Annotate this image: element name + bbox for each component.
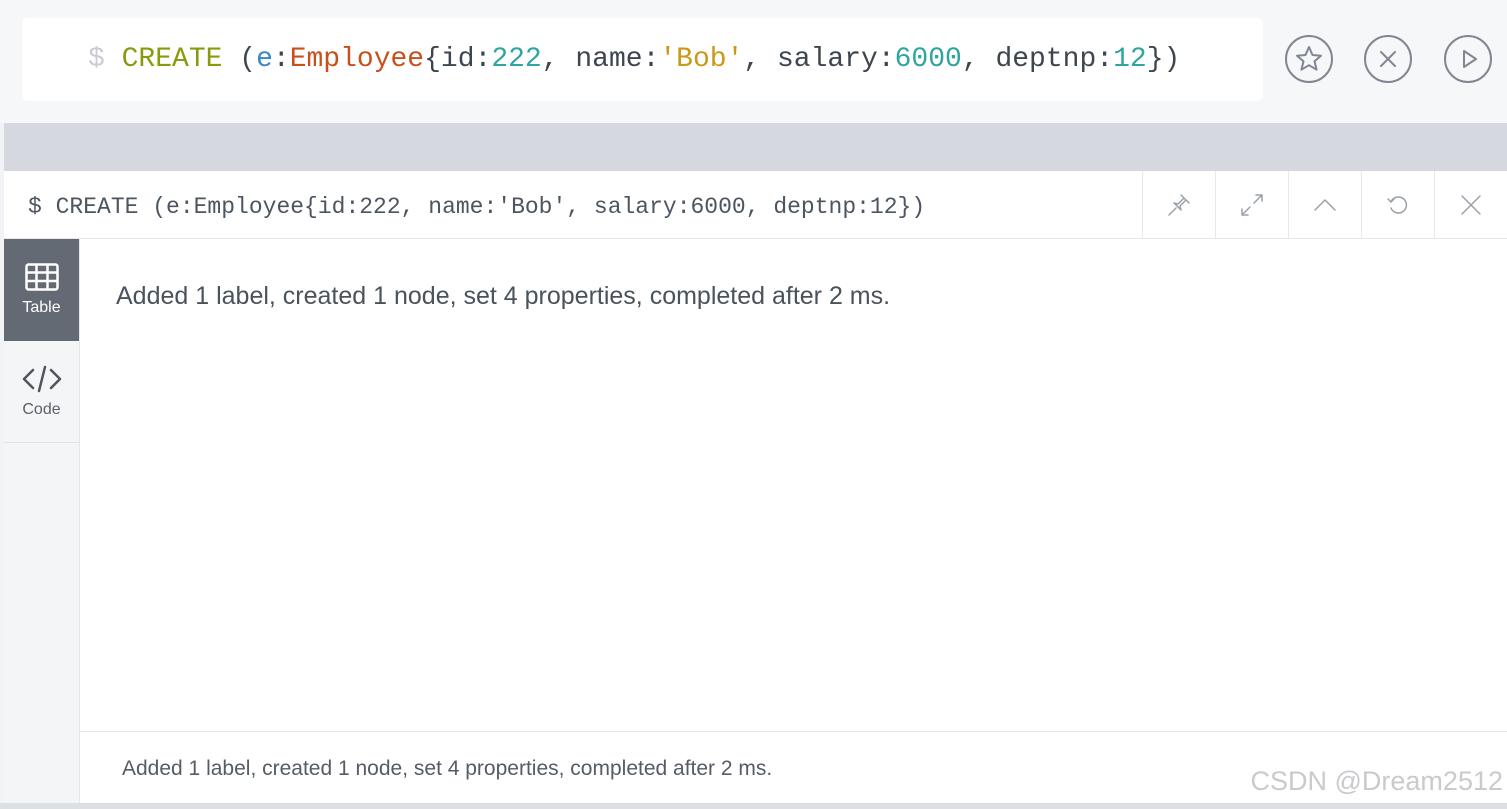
collapse-button[interactable] — [1288, 171, 1361, 239]
frame-header: $ CREATE (e:Employee{id:222, name:'Bob',… — [4, 171, 1507, 239]
query-editor-code[interactable]: $ CREATE (e:Employee{id:222, name:'Bob',… — [88, 44, 1180, 76]
editor-token: ( — [222, 44, 257, 75]
close-frame-button[interactable] — [1434, 171, 1507, 239]
bottom-edge — [0, 803, 1507, 809]
tab-code-label: Code — [22, 400, 61, 418]
close-icon — [1380, 51, 1396, 67]
table-icon — [24, 263, 59, 291]
expand-icon — [1241, 194, 1263, 216]
editor-token: 222 — [491, 44, 542, 75]
editor-token: {id: — [424, 44, 492, 75]
rerun-button[interactable] — [1361, 171, 1434, 239]
clear-editor-button[interactable] — [1364, 35, 1412, 83]
editor-token: : — [272, 44, 290, 75]
play-icon — [1463, 50, 1477, 68]
status-summary: Added 1 label, created 1 node, set 4 pro… — [122, 757, 773, 780]
fullscreen-button[interactable] — [1215, 171, 1288, 239]
tab-table-label: Table — [22, 299, 61, 316]
frame-title[interactable]: $ CREATE (e:Employee{id:222, name:'Bob',… — [28, 193, 925, 221]
tab-code[interactable]: Code — [4, 341, 79, 443]
editor-token: 12 — [1113, 44, 1147, 75]
query-editor-bar: $ CREATE (e:Employee{id:222, name:'Bob',… — [0, 0, 1507, 123]
editor-token: Employee — [289, 44, 425, 75]
watermark: CSDN @Dream2512 — [1250, 766, 1504, 796]
editor-token: CREATE — [121, 44, 223, 75]
stream-separator — [4, 123, 1507, 171]
pin-icon — [1168, 194, 1190, 216]
frame-actions — [1142, 171, 1507, 239]
result-summary: Added 1 label, created 1 node, set 4 pro… — [116, 282, 891, 310]
editor-token: e — [256, 44, 273, 75]
editor-prompt: $ — [88, 44, 105, 75]
close-icon — [1461, 195, 1481, 215]
view-tabs: Table Code — [4, 239, 80, 803]
editor-token: , deptnp: — [961, 44, 1114, 75]
chevron-up-icon — [1314, 199, 1336, 211]
code-icon — [22, 365, 61, 392]
favorite-button[interactable] — [1285, 35, 1333, 83]
editor-token: }) — [1146, 44, 1181, 75]
tab-table[interactable]: Table — [4, 239, 79, 341]
star-icon — [1296, 46, 1322, 71]
pin-frame-button[interactable] — [1142, 171, 1215, 239]
result-frame: $ CREATE (e:Employee{id:222, name:'Bob',… — [4, 171, 1507, 803]
editor-token: 'Bob' — [659, 44, 744, 75]
refresh-icon — [1387, 196, 1408, 214]
run-query-button[interactable] — [1444, 35, 1492, 83]
editor-query-text: CREATE (e:Employee{id:222, name:'Bob', s… — [122, 44, 1181, 75]
editor-token: , name: — [541, 44, 660, 75]
editor-token: 6000 — [894, 44, 962, 75]
editor-token: , salary: — [743, 44, 895, 75]
